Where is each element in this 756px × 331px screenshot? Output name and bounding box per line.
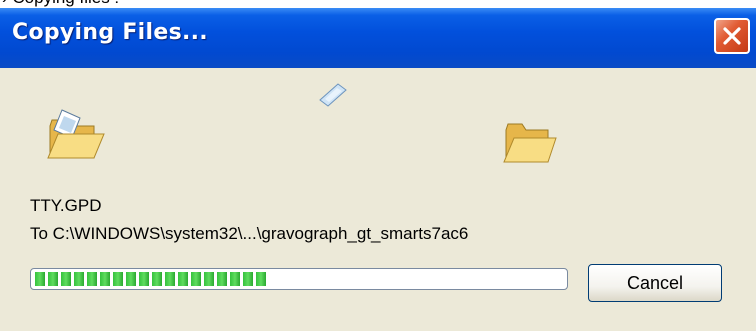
window-title: Copying Files... (12, 20, 208, 45)
open-folder-with-document-icon (47, 109, 105, 159)
caption-strip: › Copying files : (0, 0, 756, 8)
caption-text: › Copying files : (2, 0, 119, 8)
file-name: TTY.GPD (30, 196, 102, 215)
progress-fill (35, 272, 267, 286)
open-folder-icon (503, 123, 557, 163)
dialog-content: TTY.GPD To C:\WINDOWS\system32\...\gravo… (0, 68, 756, 331)
copy-dialog: Copying Files... TTY.GPD To C:\WINDOWS\s… (0, 8, 756, 331)
title-bar[interactable]: Copying Files... (0, 8, 756, 68)
close-button[interactable] (714, 18, 750, 54)
destination-path: To C:\WINDOWS\system32\...\gravograph_gt… (30, 224, 469, 243)
close-icon (723, 27, 741, 45)
progress-bar (30, 268, 568, 290)
flying-document-icon (319, 83, 347, 107)
cancel-button[interactable]: Cancel (588, 264, 722, 302)
